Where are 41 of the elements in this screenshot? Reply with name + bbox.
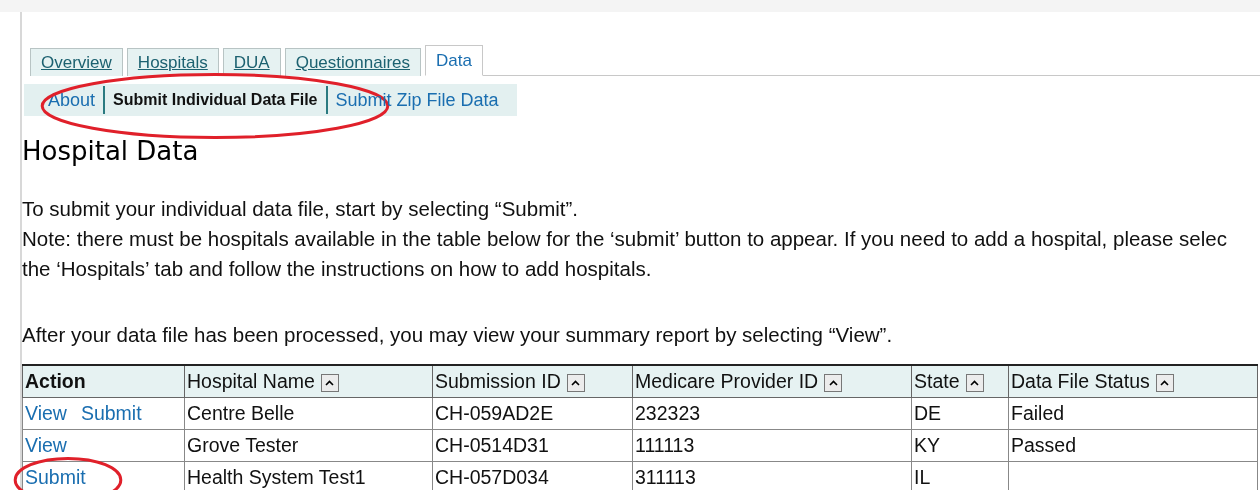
table-cell: Centre Belle (184, 397, 433, 429)
subtab[interactable]: About (40, 89, 104, 110)
tab[interactable]: DUA (222, 48, 281, 76)
column-header: Hospital Name (187, 369, 315, 392)
table-cell: CH-059AD2E (432, 397, 633, 429)
caret-up-icon (571, 379, 581, 386)
action-link[interactable]: View (25, 433, 67, 456)
caret-up-icon (970, 379, 980, 386)
action-link[interactable]: Submit (80, 401, 142, 424)
table-cell: KY (911, 429, 1009, 461)
caret-up-icon (828, 379, 838, 386)
column-header: Data File Status (1011, 369, 1150, 392)
table-cell: 111113 (632, 429, 912, 461)
table-cell: Passed (1008, 429, 1258, 461)
page-heading: Hospital Data (22, 136, 200, 168)
table-cell: CH-0514D31 (432, 429, 633, 461)
table-cell: Grove Tester (184, 429, 433, 461)
sort-button[interactable] (1155, 373, 1174, 392)
paragraph: the ‘Hospitals’ tab and follow the instructions on how to add hospitals. (22, 256, 652, 282)
caret-up-icon (325, 379, 335, 386)
subtab[interactable]: Submit Individual Data File (105, 91, 326, 108)
sort-button[interactable] (566, 373, 585, 392)
tab[interactable]: Data (425, 45, 483, 76)
tab[interactable]: Questionnaires (284, 48, 422, 76)
tab[interactable]: Hospitals (126, 48, 219, 76)
action-link[interactable]: View (25, 401, 67, 424)
tab[interactable]: Overview (30, 48, 123, 76)
table-cell: 232323 (632, 397, 912, 429)
sort-button[interactable] (320, 373, 339, 392)
sort-button[interactable] (965, 373, 984, 392)
sort-button[interactable] (824, 373, 843, 392)
column-header: Submission ID (435, 369, 561, 392)
column-header: State (914, 369, 960, 392)
table-cell: Failed (1008, 397, 1258, 429)
paragraph: Note: there must be hospitals available in the table below for the ‘submit’ button to appear. If you need to add a hospital, please selec (22, 226, 1227, 252)
caret-up-icon (1160, 379, 1170, 386)
table-cell: DE (911, 397, 1009, 429)
column-header: Medicare Provider ID (635, 369, 819, 392)
column-header: Action (25, 369, 86, 392)
paragraph: After your data file has been processed, you may view your summary report by selecting “View”. (22, 322, 893, 348)
paragraph: To submit your individual data file, start by selecting “Submit”. (22, 196, 579, 222)
